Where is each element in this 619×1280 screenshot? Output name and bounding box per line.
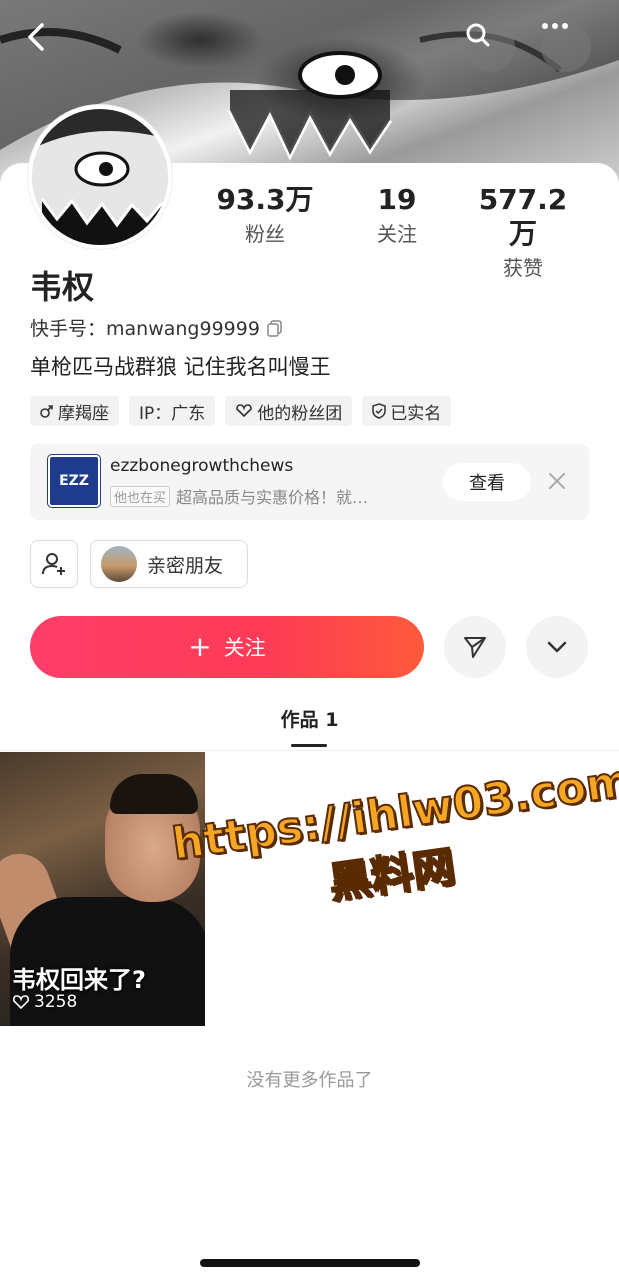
verified-shield-icon	[372, 403, 387, 419]
search-icon	[466, 23, 490, 47]
add-user-icon	[42, 553, 65, 575]
shop-logo-text: EZZ	[59, 473, 89, 489]
no-more-works: 没有更多作品了	[246, 1070, 373, 1091]
profile-bio: 单枪匹马战群狼 记住我名叫慢王	[30, 355, 331, 379]
heart-icon	[13, 995, 29, 1010]
tag-label: 摩羯座	[58, 403, 109, 424]
tag-zodiac[interactable]: 摩羯座	[30, 396, 119, 426]
close-friends-label: 亲密朋友	[147, 554, 224, 577]
tag-label: 已实名	[390, 403, 442, 424]
expand-button[interactable]	[526, 616, 588, 678]
tag-ip: IP：广东	[129, 396, 216, 426]
copy-icon[interactable]	[266, 319, 284, 337]
chevron-left-icon	[28, 23, 44, 51]
tab-indicator	[291, 744, 327, 747]
shop-pill: 他也在买	[110, 485, 171, 507]
male-icon	[40, 405, 53, 418]
home-indicator[interactable]	[200, 1259, 420, 1267]
video-likes-count: 3258	[34, 992, 78, 1012]
stat-label: 关注	[377, 222, 417, 246]
more-button[interactable]	[541, 22, 591, 72]
plus-icon: +	[188, 630, 212, 663]
search-button[interactable]	[465, 22, 515, 72]
follow-label: 关注	[223, 636, 266, 660]
shop-card[interactable]: EZZ ezzbonegrowthchews 他也在买 超高品质与实惠价格！就……	[30, 444, 589, 520]
stat-likes[interactable]: 577.2万 获赞	[468, 183, 578, 283]
follow-button[interactable]: + 关注	[30, 616, 424, 678]
add-friend-button[interactable]	[30, 540, 78, 588]
heart-badge-icon	[236, 404, 253, 418]
tag-label: IP：广东	[139, 403, 206, 424]
video-likes: 3258	[12, 992, 77, 1012]
send-icon	[464, 637, 486, 658]
stat-label: 粉丝	[245, 222, 285, 246]
avatar[interactable]	[28, 105, 172, 249]
kuaishou-id: 快手号：manwang99999	[30, 314, 284, 341]
tag-fan-club[interactable]: 他的粉丝团	[225, 396, 353, 426]
stat-fans[interactable]: 93.3万 粉丝	[210, 183, 320, 249]
stat-value: 93.3万	[216, 183, 314, 216]
video-title: 韦权回来了?	[12, 966, 146, 994]
shop-view-button[interactable]: 查看	[443, 463, 531, 501]
kuaishou-id-text: 快手号：manwang99999	[30, 318, 260, 340]
message-button[interactable]	[444, 616, 506, 678]
chevron-down-icon	[547, 641, 567, 653]
close-icon[interactable]	[546, 470, 568, 492]
stat-label: 获赞	[503, 256, 543, 280]
tag-verified[interactable]: 已实名	[362, 396, 452, 426]
shop-logo: EZZ	[48, 455, 100, 507]
shop-subtitle-row: 他也在买 超高品质与实惠价格！就…	[110, 484, 368, 508]
tab-works[interactable]: 作品 1	[0, 705, 619, 732]
avatar-image	[32, 109, 168, 245]
stat-value: 19	[377, 183, 417, 216]
profile-stats: 93.3万 粉丝 19 关注 577.2万 获赞	[210, 183, 590, 280]
friend-avatar	[101, 546, 137, 582]
shop-name: ezzbonegrowthchews	[110, 456, 294, 476]
stat-following[interactable]: 19 关注	[342, 183, 452, 249]
profile-tags: 摩羯座 IP：广东 他的粉丝团 已实名	[30, 396, 452, 426]
stat-value: 577.2万	[478, 183, 568, 250]
profile-name: 韦权	[30, 268, 95, 306]
more-dots-icon	[542, 23, 568, 29]
tag-label: 他的粉丝团	[257, 403, 343, 424]
close-friends-button[interactable]: 亲密朋友	[90, 540, 248, 588]
back-button[interactable]	[24, 22, 74, 72]
shop-subtitle: 超高品质与实惠价格！就…	[176, 488, 369, 507]
